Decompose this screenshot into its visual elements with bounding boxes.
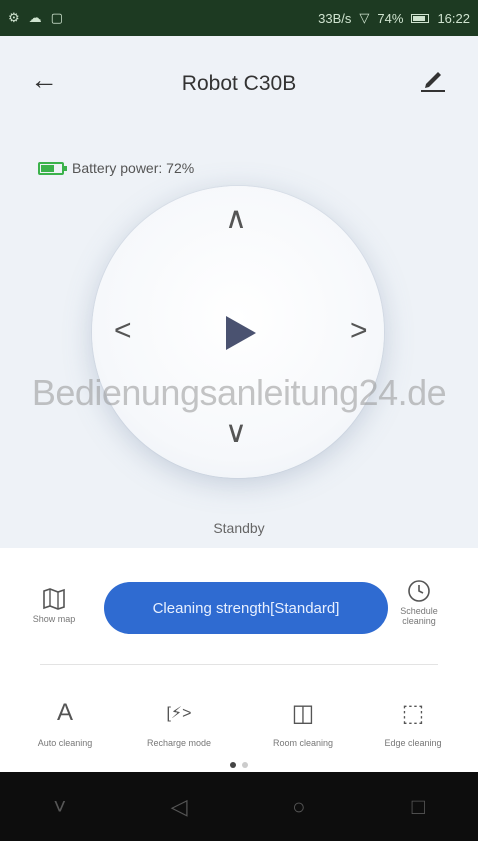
page-dot[interactable]: [242, 762, 248, 768]
edit-icon[interactable]: [418, 64, 448, 94]
watermark: Bedienungsanleitung24.de: [31, 372, 447, 413]
network-speed: 33B/s: [318, 10, 352, 26]
robot-status: Standby: [213, 520, 265, 536]
edge-cleaning-icon: ⬚: [401, 699, 425, 727]
status-left: ⚙ ☁ ▢: [8, 10, 63, 26]
battery-status-icon: [411, 13, 430, 23]
arrow-down-button[interactable]: ∨: [225, 418, 247, 448]
recents-icon[interactable]: □: [388, 794, 448, 820]
auto-cleaning-button[interactable]: A Auto cleaning: [10, 698, 120, 748]
arrow-right-button[interactable]: >: [350, 316, 368, 346]
status-right: 33B/s ▽ 74% 16:22: [318, 10, 470, 26]
auto-cleaning-label: Auto cleaning: [37, 738, 93, 748]
wifi-icon: ▽: [359, 10, 370, 25]
page-dot-active[interactable]: [230, 762, 236, 768]
arrow-up-button[interactable]: ∧: [225, 204, 247, 234]
header: ← Robot C30B: [0, 36, 478, 134]
room-cleaning-icon: ◫: [291, 699, 315, 727]
nav-back-icon[interactable]: ◁: [149, 794, 209, 820]
image-status-icon: ▢: [50, 10, 63, 25]
control-row: Show map Cleaning strength[Standard] Sch…: [0, 548, 478, 666]
recharge-icon: [⚡>: [166, 705, 192, 722]
settings-status-icon: ⚙: [8, 10, 20, 25]
main-area: Battery power: 72% ∧ < > ∨ Bedienungsanl…: [0, 134, 478, 548]
page-title: Robot C30B: [181, 72, 297, 95]
show-map-label: Show map: [32, 614, 76, 624]
schedule-cleaning-button[interactable]: Schedule cleaning: [384, 578, 454, 626]
status-bar: ⚙ ☁ ▢ 33B/s ▽ 74% 16:22: [0, 0, 478, 36]
map-icon: [43, 588, 65, 610]
schedule-cleaning-label: Schedule cleaning: [400, 606, 438, 626]
arrow-left-button[interactable]: <: [114, 316, 132, 346]
clock-icon: [408, 580, 430, 602]
battery-row: Battery power: 72%: [38, 160, 194, 176]
battery-label: Battery power: 72%: [72, 160, 195, 176]
page-indicator: [0, 762, 478, 768]
direction-pad: ∧ < > ∨: [92, 186, 384, 478]
recharge-mode-label: Recharge mode: [146, 738, 212, 748]
edge-cleaning-label: Edge cleaning: [384, 738, 442, 748]
clock: 16:22: [437, 10, 470, 26]
divider: [40, 664, 438, 665]
auto-cleaning-icon: A: [56, 699, 73, 726]
cloud-status-icon: ☁: [28, 10, 42, 25]
recharge-mode-button[interactable]: [⚡> Recharge mode: [124, 698, 234, 748]
battery-icon: [38, 161, 67, 175]
mode-row: A Auto cleaning [⚡> Recharge mode ◫ Room…: [0, 666, 478, 772]
show-map-button[interactable]: Show map: [22, 586, 86, 624]
navigation-bar: ˅ ◁ ○ □: [0, 772, 478, 841]
room-cleaning-button[interactable]: ◫ Room cleaning: [248, 698, 358, 749]
menu-icon[interactable]: ˅: [30, 794, 90, 820]
cleaning-strength-button[interactable]: Cleaning strength[Standard]: [104, 582, 388, 634]
edge-cleaning-button[interactable]: ⬚ Edge cleaning: [358, 698, 468, 749]
home-icon[interactable]: ○: [269, 794, 329, 820]
play-button[interactable]: [218, 312, 260, 354]
room-cleaning-label: Room cleaning: [272, 738, 334, 748]
battery-percent: 74%: [377, 10, 404, 26]
